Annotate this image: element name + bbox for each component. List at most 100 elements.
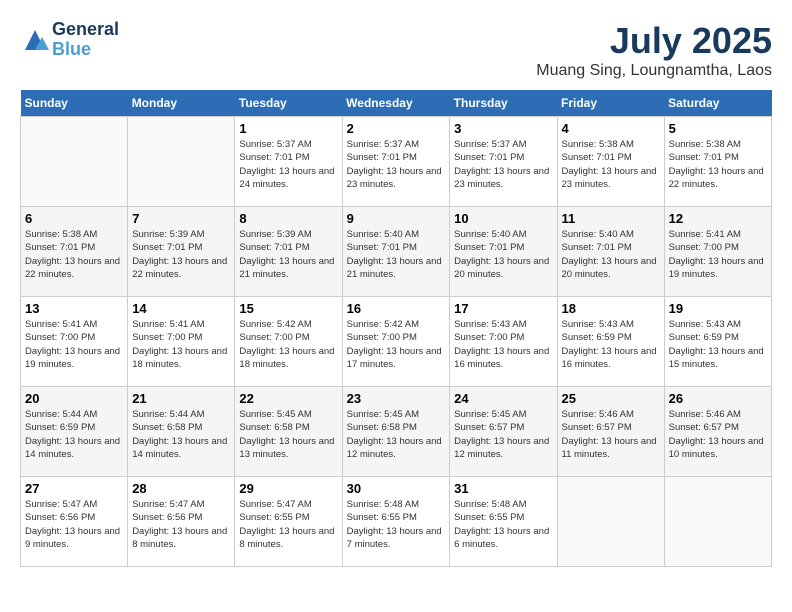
weekday-header-row: SundayMondayTuesdayWednesdayThursdayFrid… [21, 90, 772, 117]
day-cell: 6 Sunrise: 5:38 AM Sunset: 7:01 PM Daylig… [21, 207, 128, 297]
day-number: 17 [454, 301, 552, 316]
day-cell: 24 Sunrise: 5:45 AM Sunset: 6:57 PM Dayli… [450, 387, 557, 477]
day-cell [21, 117, 128, 207]
day-info: Sunrise: 5:47 AM Sunset: 6:56 PM Dayligh… [25, 498, 123, 551]
week-row-2: 6 Sunrise: 5:38 AM Sunset: 7:01 PM Daylig… [21, 207, 772, 297]
weekday-saturday: Saturday [664, 90, 771, 117]
day-number: 28 [132, 481, 230, 496]
day-info: Sunrise: 5:40 AM Sunset: 7:01 PM Dayligh… [562, 228, 660, 281]
day-info: Sunrise: 5:43 AM Sunset: 7:00 PM Dayligh… [454, 318, 552, 371]
day-cell: 1 Sunrise: 5:37 AM Sunset: 7:01 PM Daylig… [235, 117, 342, 207]
day-number: 2 [347, 121, 446, 136]
page-header: General Blue July 2025 Muang Sing, Loung… [20, 20, 772, 80]
day-number: 5 [669, 121, 767, 136]
day-info: Sunrise: 5:43 AM Sunset: 6:59 PM Dayligh… [562, 318, 660, 371]
day-cell: 18 Sunrise: 5:43 AM Sunset: 6:59 PM Dayli… [557, 297, 664, 387]
day-cell: 20Sunrise: 5:44 AM Sunset: 6:59 PM Dayli… [21, 387, 128, 477]
logo-icon [20, 25, 50, 55]
day-number: 10 [454, 211, 552, 226]
weekday-monday: Monday [128, 90, 235, 117]
day-cell [557, 477, 664, 567]
day-cell: 26 Sunrise: 5:46 AM Sunset: 6:57 PM Dayli… [664, 387, 771, 477]
day-info: Sunrise: 5:38 AM Sunset: 7:01 PM Dayligh… [669, 138, 767, 191]
day-info: Sunrise: 5:47 AM Sunset: 6:56 PM Dayligh… [132, 498, 230, 551]
day-number: 22 [239, 391, 337, 406]
day-info: Sunrise: 5:37 AM Sunset: 7:01 PM Dayligh… [454, 138, 552, 191]
day-number: 24 [454, 391, 552, 406]
day-cell: 11Sunrise: 5:40 AM Sunset: 7:01 PM Dayli… [557, 207, 664, 297]
day-number: 14 [132, 301, 230, 316]
week-row-3: 13 Sunrise: 5:41 AM Sunset: 7:00 PM Dayli… [21, 297, 772, 387]
day-cell: 16Sunrise: 5:42 AM Sunset: 7:00 PM Dayli… [342, 297, 450, 387]
weekday-sunday: Sunday [21, 90, 128, 117]
day-cell: 25Sunrise: 5:46 AM Sunset: 6:57 PM Dayli… [557, 387, 664, 477]
day-cell: 12Sunrise: 5:41 AM Sunset: 7:00 PM Dayli… [664, 207, 771, 297]
day-cell: 29Sunrise: 5:47 AM Sunset: 6:55 PM Dayli… [235, 477, 342, 567]
weekday-wednesday: Wednesday [342, 90, 450, 117]
day-cell: 4 Sunrise: 5:38 AM Sunset: 7:01 PM Daylig… [557, 117, 664, 207]
day-cell: 17 Sunrise: 5:43 AM Sunset: 7:00 PM Dayli… [450, 297, 557, 387]
day-number: 8 [239, 211, 337, 226]
day-info: Sunrise: 5:40 AM Sunset: 7:01 PM Dayligh… [347, 228, 446, 281]
week-row-5: 27 Sunrise: 5:47 AM Sunset: 6:56 PM Dayli… [21, 477, 772, 567]
day-number: 23 [347, 391, 446, 406]
day-number: 1 [239, 121, 337, 136]
calendar-table: SundayMondayTuesdayWednesdayThursdayFrid… [20, 90, 772, 567]
day-number: 13 [25, 301, 123, 316]
day-info: Sunrise: 5:40 AM Sunset: 7:01 PM Dayligh… [454, 228, 552, 281]
location: Muang Sing, Loungnamtha, Laos [536, 62, 772, 80]
day-number: 29 [239, 481, 337, 496]
day-number: 26 [669, 391, 767, 406]
day-cell: 13 Sunrise: 5:41 AM Sunset: 7:00 PM Dayli… [21, 297, 128, 387]
day-info: Sunrise: 5:44 AM Sunset: 6:58 PM Dayligh… [132, 408, 230, 461]
day-cell: 8 Sunrise: 5:39 AM Sunset: 7:01 PM Daylig… [235, 207, 342, 297]
day-number: 3 [454, 121, 552, 136]
day-cell: 23Sunrise: 5:45 AM Sunset: 6:58 PM Dayli… [342, 387, 450, 477]
day-info: Sunrise: 5:39 AM Sunset: 7:01 PM Dayligh… [239, 228, 337, 281]
day-info: Sunrise: 5:37 AM Sunset: 7:01 PM Dayligh… [239, 138, 337, 191]
day-info: Sunrise: 5:43 AM Sunset: 6:59 PM Dayligh… [669, 318, 767, 371]
day-cell: 5 Sunrise: 5:38 AM Sunset: 7:01 PM Daylig… [664, 117, 771, 207]
day-cell: 14 Sunrise: 5:41 AM Sunset: 7:00 PM Dayli… [128, 297, 235, 387]
calendar-body: 1 Sunrise: 5:37 AM Sunset: 7:01 PM Daylig… [21, 117, 772, 567]
day-cell: 15 Sunrise: 5:42 AM Sunset: 7:00 PM Dayli… [235, 297, 342, 387]
day-cell: 10 Sunrise: 5:40 AM Sunset: 7:01 PM Dayli… [450, 207, 557, 297]
day-info: Sunrise: 5:38 AM Sunset: 7:01 PM Dayligh… [562, 138, 660, 191]
weekday-friday: Friday [557, 90, 664, 117]
day-number: 18 [562, 301, 660, 316]
weekday-thursday: Thursday [450, 90, 557, 117]
day-number: 16 [347, 301, 446, 316]
day-cell: 21 Sunrise: 5:44 AM Sunset: 6:58 PM Dayli… [128, 387, 235, 477]
day-cell: 2 Sunrise: 5:37 AM Sunset: 7:01 PM Daylig… [342, 117, 450, 207]
day-info: Sunrise: 5:46 AM Sunset: 6:57 PM Dayligh… [562, 408, 660, 461]
day-number: 6 [25, 211, 123, 226]
day-info: Sunrise: 5:48 AM Sunset: 6:55 PM Dayligh… [347, 498, 446, 551]
day-number: 4 [562, 121, 660, 136]
day-info: Sunrise: 5:46 AM Sunset: 6:57 PM Dayligh… [669, 408, 767, 461]
day-info: Sunrise: 5:41 AM Sunset: 7:00 PM Dayligh… [132, 318, 230, 371]
day-cell: 31 Sunrise: 5:48 AM Sunset: 6:55 PM Dayli… [450, 477, 557, 567]
logo: General Blue [20, 20, 119, 60]
day-info: Sunrise: 5:41 AM Sunset: 7:00 PM Dayligh… [25, 318, 123, 371]
day-number: 21 [132, 391, 230, 406]
day-info: Sunrise: 5:45 AM Sunset: 6:57 PM Dayligh… [454, 408, 552, 461]
day-cell: 27 Sunrise: 5:47 AM Sunset: 6:56 PM Dayli… [21, 477, 128, 567]
day-info: Sunrise: 5:38 AM Sunset: 7:01 PM Dayligh… [25, 228, 123, 281]
week-row-4: 20Sunrise: 5:44 AM Sunset: 6:59 PM Dayli… [21, 387, 772, 477]
day-cell: 7Sunrise: 5:39 AM Sunset: 7:01 PM Daylig… [128, 207, 235, 297]
day-number: 31 [454, 481, 552, 496]
day-number: 12 [669, 211, 767, 226]
weekday-tuesday: Tuesday [235, 90, 342, 117]
day-info: Sunrise: 5:48 AM Sunset: 6:55 PM Dayligh… [454, 498, 552, 551]
day-number: 15 [239, 301, 337, 316]
day-info: Sunrise: 5:37 AM Sunset: 7:01 PM Dayligh… [347, 138, 446, 191]
day-info: Sunrise: 5:42 AM Sunset: 7:00 PM Dayligh… [239, 318, 337, 371]
title-block: July 2025 Muang Sing, Loungnamtha, Laos [536, 20, 772, 80]
day-number: 9 [347, 211, 446, 226]
logo-text: General Blue [52, 20, 119, 60]
day-number: 27 [25, 481, 123, 496]
day-cell: 19Sunrise: 5:43 AM Sunset: 6:59 PM Dayli… [664, 297, 771, 387]
day-cell: 30 Sunrise: 5:48 AM Sunset: 6:55 PM Dayli… [342, 477, 450, 567]
day-info: Sunrise: 5:44 AM Sunset: 6:59 PM Dayligh… [25, 408, 123, 461]
day-number: 30 [347, 481, 446, 496]
